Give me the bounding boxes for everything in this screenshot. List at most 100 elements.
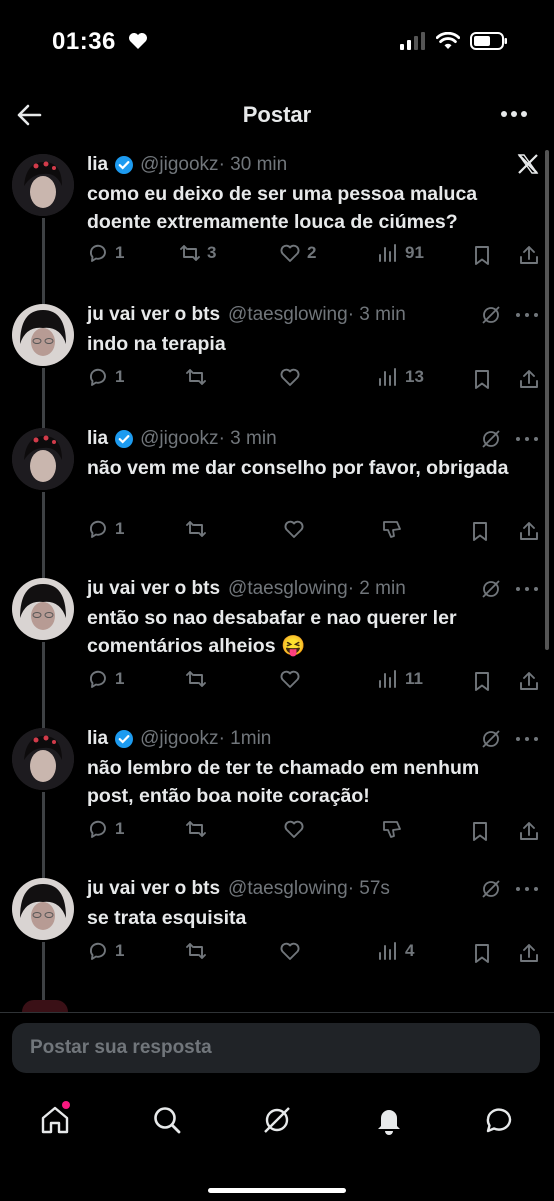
avatar (22, 1000, 68, 1012)
battery-icon (470, 32, 507, 50)
display-name[interactable]: lia (87, 728, 108, 750)
repost-button[interactable]: 3 (179, 242, 216, 264)
user-handle[interactable]: @jigookz (140, 428, 218, 450)
more-icon[interactable] (500, 104, 528, 124)
more-icon[interactable] (514, 304, 540, 326)
user-handle[interactable]: @jigookz (140, 728, 218, 750)
repost-button[interactable] (185, 518, 207, 540)
reply-count: 1 (115, 243, 125, 262)
notifications-icon[interactable] (372, 1103, 406, 1137)
avatar[interactable] (12, 154, 74, 216)
scrollbar[interactable] (545, 150, 549, 650)
user-handle[interactable]: @jigookz (140, 154, 218, 176)
grok-icon[interactable] (480, 578, 502, 600)
tweet-text: se trata esquisita (87, 907, 247, 929)
display-name[interactable]: lia (87, 428, 108, 450)
share-icon[interactable] (518, 520, 540, 542)
reply-button[interactable]: 1 (87, 518, 124, 540)
grok-icon[interactable] (480, 878, 502, 900)
grok-icon[interactable] (480, 428, 502, 450)
repost-button[interactable] (185, 366, 207, 388)
reply-input-placeholder[interactable]: Postar sua resposta (30, 1037, 212, 1059)
grok-icon[interactable] (480, 728, 502, 750)
like-button[interactable]: 2 (279, 242, 316, 264)
tweet-time: · 3 min (347, 304, 406, 325)
views-button[interactable]: 4 (377, 940, 414, 962)
like-button[interactable] (283, 818, 305, 840)
tweet-actions: 1 (87, 818, 540, 848)
repost-icon (186, 369, 206, 385)
bookmark-icon[interactable] (471, 244, 493, 266)
user-handle[interactable]: @taesglowing (228, 304, 348, 326)
user-handle[interactable]: @taesglowing (228, 578, 348, 600)
views-button[interactable]: 11 (377, 668, 423, 690)
status-icons (400, 32, 508, 50)
reply-composer[interactable]: Postar sua resposta (12, 1023, 540, 1073)
grok-icon[interactable] (260, 1103, 294, 1137)
status-bar: 01:36 (0, 0, 554, 80)
tweet-header: lia @jigookz · 1min (87, 724, 534, 754)
bookmark-icon[interactable] (471, 670, 493, 692)
reply-button[interactable]: 1 (87, 366, 124, 388)
like-icon (280, 670, 300, 688)
tweet-header: lia @jigookz · 30 min (87, 150, 534, 180)
user-handle[interactable]: @taesglowing (228, 878, 348, 900)
avatar[interactable] (12, 428, 74, 490)
repost-button[interactable] (185, 940, 207, 962)
dislike-button[interactable] (381, 818, 403, 840)
reply-icon (89, 244, 106, 262)
thread-line (42, 792, 45, 892)
share-icon[interactable] (518, 670, 540, 692)
display-name[interactable]: lia (87, 154, 108, 176)
share-icon[interactable] (518, 942, 540, 964)
more-icon[interactable] (514, 878, 540, 900)
like-button[interactable] (279, 940, 301, 962)
view-count: 91 (405, 243, 424, 262)
reply-count: 1 (115, 669, 125, 688)
reply-button[interactable]: 1 (87, 668, 124, 690)
repost-button[interactable] (185, 818, 207, 840)
search-icon[interactable] (150, 1103, 184, 1137)
reply-button[interactable]: 1 (87, 242, 124, 264)
share-icon[interactable] (518, 244, 540, 266)
repost-icon (186, 521, 206, 537)
views-icon (379, 368, 396, 386)
messages-icon[interactable] (482, 1103, 516, 1137)
reply-icon (89, 368, 106, 386)
avatar[interactable] (12, 578, 74, 640)
repost-button[interactable] (185, 668, 207, 690)
display-name[interactable]: ju vai ver o bts (87, 304, 220, 326)
reply-count: 1 (115, 519, 125, 538)
display-name[interactable]: ju vai ver o bts (87, 578, 220, 600)
tweet-actions: 1 (87, 518, 540, 548)
views-button[interactable]: 91 (377, 242, 424, 264)
avatar[interactable] (12, 728, 74, 790)
more-icon[interactable] (514, 578, 540, 600)
bottom-panel: Postar sua resposta (0, 1012, 554, 1201)
heart-icon (129, 33, 147, 49)
more-icon[interactable] (514, 728, 540, 750)
more-icon[interactable] (514, 428, 540, 450)
share-icon[interactable] (518, 368, 540, 390)
cellular-signal-icon (400, 32, 425, 50)
tweet-actions: 1 13 (87, 366, 540, 396)
display-name[interactable]: ju vai ver o bts (87, 878, 220, 900)
like-button[interactable] (279, 668, 301, 690)
reply-button[interactable]: 1 (87, 940, 124, 962)
grok-icon[interactable] (480, 304, 502, 326)
reply-button[interactable]: 1 (87, 818, 124, 840)
like-button[interactable] (283, 518, 305, 540)
share-icon[interactable] (518, 820, 540, 842)
dislike-button[interactable] (381, 518, 403, 540)
verified-badge-icon (115, 430, 134, 448)
views-button[interactable]: 13 (377, 366, 424, 388)
avatar[interactable] (12, 304, 74, 366)
bookmark-icon[interactable] (469, 520, 491, 542)
avatar[interactable] (12, 878, 74, 940)
tweet-header: ju vai ver o bts @taesglowing · 57s (87, 874, 534, 904)
bookmark-icon[interactable] (471, 942, 493, 964)
tweet-header: ju vai ver o bts @taesglowing · 2 min (87, 574, 534, 604)
like-button[interactable] (279, 366, 301, 388)
bookmark-icon[interactable] (471, 368, 493, 390)
bookmark-icon[interactable] (469, 820, 491, 842)
